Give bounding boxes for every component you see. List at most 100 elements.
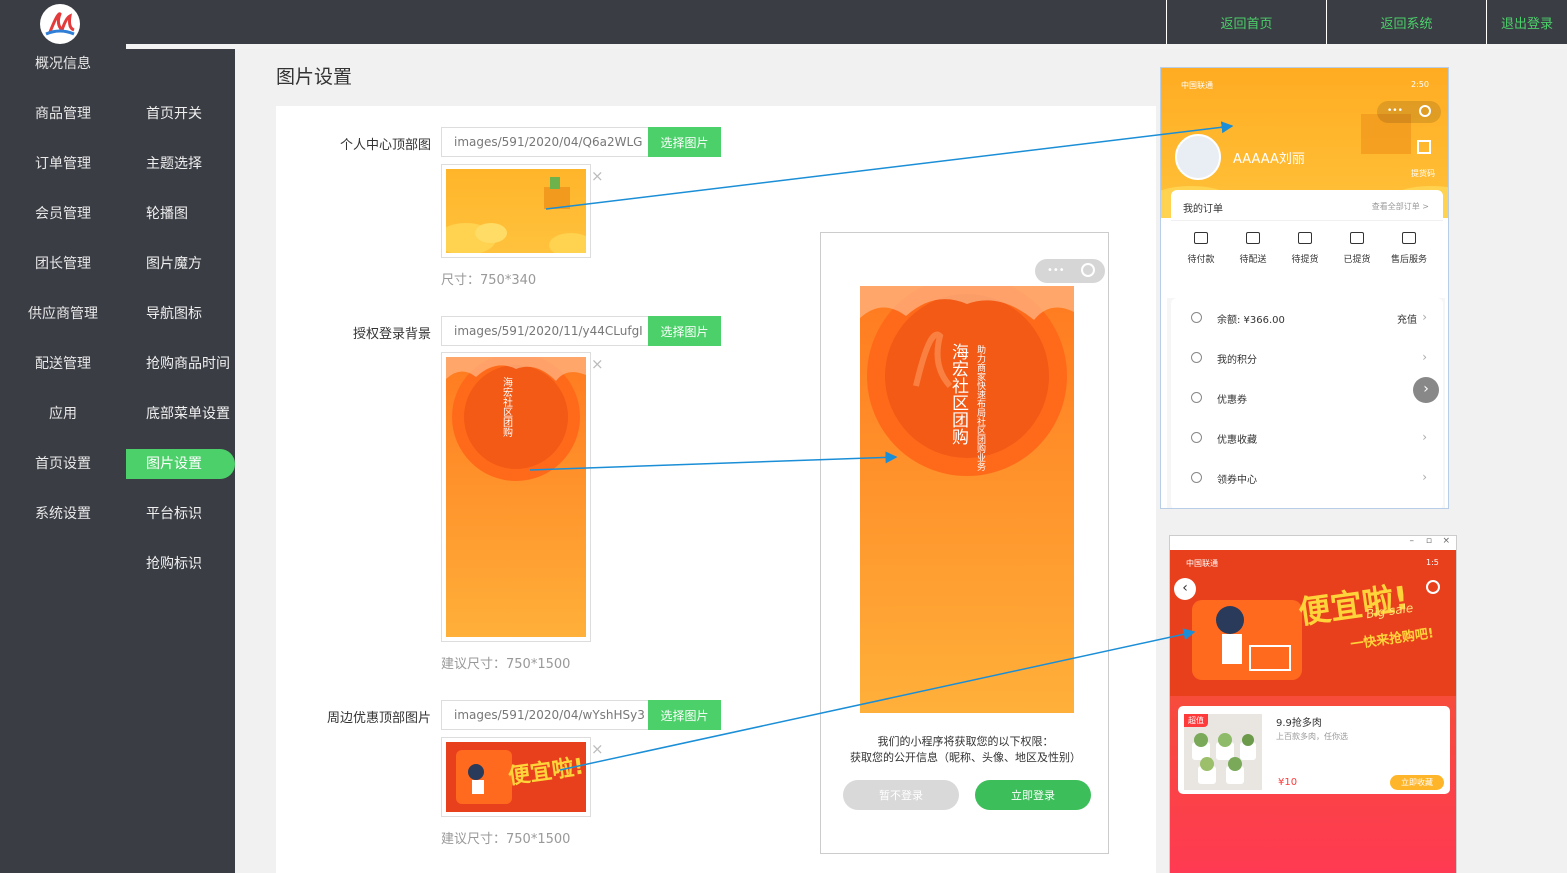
diamond-icon xyxy=(1191,352,1202,363)
path-input-profile-top[interactable]: images/591/2020/04/Q6a2WLG xyxy=(441,127,649,157)
balance-icon xyxy=(1191,312,1202,323)
remove-image-icon-2[interactable]: × xyxy=(591,355,604,373)
subnav-theme[interactable]: 主题选择 xyxy=(126,149,235,179)
thumbnail-nearby-top: 便宜啦! xyxy=(441,737,591,817)
close-icon[interactable]: × xyxy=(1442,536,1450,546)
size-hint-1: 尺寸：750*340 xyxy=(441,273,537,288)
check-box-icon xyxy=(1350,232,1364,244)
avatar xyxy=(1175,134,1221,180)
subnav-image-cube[interactable]: 图片魔方 xyxy=(126,249,235,279)
sidebar-item-suppliers[interactable]: 供应商管理 xyxy=(0,303,126,323)
sidebar-item-home-settings[interactable]: 首页设置 xyxy=(0,453,126,473)
brand-logo xyxy=(40,4,80,44)
order-status-pending-pickup[interactable]: 待提货 xyxy=(1281,232,1329,265)
menu-row-coupons[interactable]: 优惠券 xyxy=(1171,378,1447,418)
top-bar: 返回首页 返回系统 退出登录 xyxy=(0,0,1567,44)
chevron-right-icon: › xyxy=(1422,350,1427,364)
skip-login-button[interactable]: 暂不登录 xyxy=(843,780,959,810)
sidebar-item-leaders[interactable]: 团长管理 xyxy=(0,253,126,273)
wallet-icon xyxy=(1194,232,1208,244)
window-titlebar: – ▫ × xyxy=(1170,536,1456,550)
qr-code-icon[interactable] xyxy=(1417,140,1431,154)
coupon-icon xyxy=(1191,392,1202,403)
remove-image-icon-1[interactable]: × xyxy=(591,167,604,185)
subnav-flash-mark[interactable]: 抢购标识 xyxy=(126,549,235,579)
order-status-pending-payment[interactable]: 待付款 xyxy=(1177,232,1225,265)
remove-image-icon-3[interactable]: × xyxy=(591,740,604,758)
page-title: 图片设置 xyxy=(276,66,353,88)
subnav-image-settings[interactable]: 图片设置 xyxy=(126,449,235,479)
sidebar-item-system-settings[interactable]: 系统设置 xyxy=(0,503,126,523)
orders-title: 我的订单 xyxy=(1183,204,1223,215)
svg-text:海宏社区团购: 海宏社区团购 xyxy=(501,376,513,438)
close-circle-icon[interactable] xyxy=(1426,580,1440,594)
orders-view-all-link[interactable]: 查看全部订单 > xyxy=(1372,201,1429,212)
status-carrier: 中国联通 xyxy=(1181,81,1213,90)
sidebar-item-apps[interactable]: 应用 xyxy=(0,403,126,423)
product-price: ¥10 xyxy=(1278,777,1298,788)
permission-line-2: 获取您的公开信息（昵称、头像、地区及性别） xyxy=(850,751,1081,764)
login-brand-subtitle: 助力商家快速布局社区团购业务 xyxy=(975,345,985,471)
primary-sidebar: 概况信息 商品管理 订单管理 会员管理 团长管理 供应商管理 配送管理 应用 首… xyxy=(0,44,126,873)
choose-image-button-1[interactable]: 选择图片 xyxy=(648,127,721,157)
subnav-carousel[interactable]: 轮播图 xyxy=(126,199,235,229)
menu-row-points[interactable]: 我的积分 › xyxy=(1171,338,1447,378)
chevron-right-icon: › xyxy=(1422,310,1427,324)
choose-image-button-3[interactable]: 选择图片 xyxy=(648,700,721,730)
status-time: 1:5 xyxy=(1426,558,1439,567)
order-status-picked-up[interactable]: 已提货 xyxy=(1333,232,1381,265)
order-status-after-sales[interactable]: 售后服务 xyxy=(1385,232,1433,265)
subnav-flash-time[interactable]: 抢购商品时间 xyxy=(126,349,235,379)
product-card[interactable]: 超值 9.9抢多肉 上百款多肉，任你选 ¥10 立即收藏 xyxy=(1178,706,1450,794)
more-dots-icon: ••• xyxy=(1047,265,1065,276)
delivery-icon xyxy=(1246,232,1260,244)
menu-list: 余额: ¥366.00 充值 › 我的积分 › 优惠券 优惠收藏 › 领券中心 › xyxy=(1171,298,1443,508)
qr-code-label: 提货码 xyxy=(1411,169,1435,178)
maximize-icon[interactable]: ▫ xyxy=(1426,536,1432,546)
chevron-right-icon: › xyxy=(1422,470,1427,484)
sidebar-item-orders[interactable]: 订单管理 xyxy=(0,153,126,173)
back-home-link[interactable]: 返回首页 xyxy=(1166,0,1326,44)
back-system-link[interactable]: 返回系统 xyxy=(1326,0,1486,44)
subnav-home-switch[interactable]: 首页开关 xyxy=(126,99,235,129)
back-icon[interactable]: ‹ xyxy=(1174,578,1196,600)
login-brand-title: 海宏社区团购 xyxy=(948,343,968,445)
favorite-button[interactable]: 立即收藏 xyxy=(1390,775,1444,790)
sidebar-item-products[interactable]: 商品管理 xyxy=(0,103,126,123)
sidebar-item-delivery[interactable]: 配送管理 xyxy=(0,353,126,373)
field-label-login-bg: 授权登录背景 xyxy=(352,327,431,342)
subnav-platform-mark[interactable]: 平台标识 xyxy=(126,499,235,529)
preview-sale-screen: – ▫ × 中国联通 1:5 ‹ 便宜啦! Big sale 一快来抢购吧! 超… xyxy=(1169,535,1457,873)
more-dots-icon: ••• xyxy=(1387,106,1403,116)
subnav-nav-icons[interactable]: 导航图标 xyxy=(126,299,235,329)
orders-card: 我的订单 查看全部订单 > 待付款 待配送 待提货 已提货 售后服务 xyxy=(1171,190,1443,298)
sidebar-item-overview[interactable]: 概况信息 xyxy=(0,53,126,73)
subnav-bottom-menu[interactable]: 底部菜单设置 xyxy=(126,399,235,429)
preview-profile-screen: 中国联通 2:50 ••• AAAAA刘丽 提货码 我的订单 查看全部订单 > … xyxy=(1160,67,1449,509)
carousel-next-icon[interactable]: › xyxy=(1413,377,1439,403)
profile-username: AAAAA刘丽 xyxy=(1233,152,1305,167)
logout-link[interactable]: 退出登录 xyxy=(1486,0,1567,44)
menu-row-coupon-center[interactable]: 领券中心 › xyxy=(1171,458,1447,498)
thumbnail-profile-top xyxy=(436,164,593,258)
path-input-login-bg[interactable]: images/591/2020/11/y44CLufgI xyxy=(441,316,649,346)
service-icon xyxy=(1402,232,1416,244)
product-desc: 上百款多肉，任你选 xyxy=(1276,732,1348,741)
field-label-nearby-top: 周边优惠顶部图片 xyxy=(326,711,431,726)
path-input-nearby-top[interactable]: images/591/2020/04/wYshHSy3 xyxy=(441,700,649,730)
permission-line-1: 我们的小程序将获取您的以下权限： xyxy=(877,735,1054,748)
thumbnail-login-bg: 海宏社区团购 xyxy=(441,352,591,642)
size-hint-3: 建议尺寸：750*1500 xyxy=(441,832,571,847)
close-circle-icon xyxy=(1081,263,1095,277)
close-circle-icon xyxy=(1419,105,1431,117)
minimize-icon[interactable]: – xyxy=(1410,536,1415,546)
sidebar-item-members[interactable]: 会员管理 xyxy=(0,203,126,223)
product-badge: 超值 xyxy=(1184,714,1208,727)
login-button[interactable]: 立即登录 xyxy=(975,780,1091,810)
menu-row-favorites[interactable]: 优惠收藏 › xyxy=(1171,418,1447,458)
menu-row-balance[interactable]: 余额: ¥366.00 充值 › xyxy=(1171,298,1447,338)
order-status-pending-delivery[interactable]: 待配送 xyxy=(1229,232,1277,265)
choose-image-button-2[interactable]: 选择图片 xyxy=(648,316,721,346)
gift-icon xyxy=(1191,472,1202,483)
status-time: 2:50 xyxy=(1411,80,1429,89)
